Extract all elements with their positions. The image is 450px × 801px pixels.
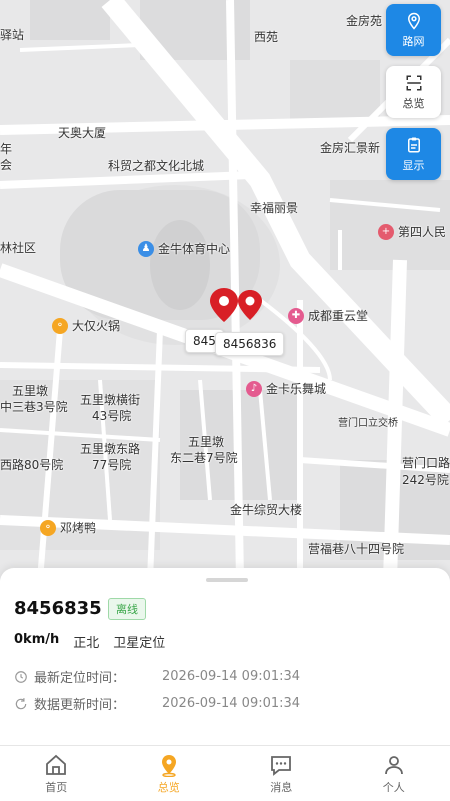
map-label: 天奥大厦 xyxy=(58,126,106,140)
map-label: 幸福丽景 xyxy=(250,201,298,215)
update-time-value: 2026-09-14 09:01:34 xyxy=(162,696,300,711)
device-stats: 0km/h 正北 卫星定位 xyxy=(14,632,165,651)
home-icon xyxy=(44,753,68,777)
bottom-tab-bar: 首页 总览 消息 个人 xyxy=(0,745,450,801)
location-icon xyxy=(157,753,181,777)
poi-hotpot[interactable]: ⚬ 大仅火锅 xyxy=(52,317,120,334)
map-label: 金房汇景新 xyxy=(320,141,380,155)
map-label: 金牛综贸大楼 xyxy=(230,503,302,517)
poi-duck[interactable]: ⚬ 邓烤鸭 xyxy=(40,519,96,536)
map-label: 77号院 xyxy=(92,458,131,472)
map-label: 242号院 xyxy=(402,473,449,487)
entertainment-icon: ♪ xyxy=(246,381,262,397)
update-time-row: 数据更新时间： 2026-09-14 09:01:34 xyxy=(14,694,300,713)
map-label: 金房苑 xyxy=(346,14,382,28)
medical-icon: ✚ xyxy=(288,308,304,324)
map-label: 五里墩 xyxy=(188,435,224,449)
refresh-icon xyxy=(14,697,28,711)
map-label: 会 xyxy=(0,158,12,172)
user-icon xyxy=(382,753,406,777)
location-time-value: 2026-09-14 09:01:34 xyxy=(162,669,300,684)
map-label: 营门口立交桥 xyxy=(338,417,398,431)
poi-hospital[interactable]: + 第四人民 xyxy=(378,223,446,240)
stadium-icon: ♟ xyxy=(138,241,154,257)
map-label: 43号院 xyxy=(92,409,131,423)
fullscreen-icon xyxy=(405,74,423,92)
tab-messages[interactable]: 消息 xyxy=(225,746,338,801)
map-label: 五里墩东路 xyxy=(80,442,140,456)
drag-handle[interactable] xyxy=(206,578,248,582)
device-tag[interactable]: 8456836 xyxy=(215,332,284,356)
map-pin-icon xyxy=(405,12,423,30)
map-label: 营门口路 xyxy=(402,456,450,470)
poi-dance-hall[interactable]: ♪ 金卡乐舞城 xyxy=(246,380,326,397)
direction-value: 正北 xyxy=(73,632,99,651)
poi-stadium[interactable]: ♟ 金牛体育中心 xyxy=(138,240,230,257)
tab-home[interactable]: 首页 xyxy=(0,746,113,801)
overview-button[interactable]: 总览 xyxy=(386,66,441,118)
map-label: 林社区 xyxy=(0,241,36,255)
positioning-mode: 卫星定位 xyxy=(113,632,165,651)
map-label: 西苑 xyxy=(254,30,278,44)
message-icon xyxy=(269,753,293,777)
map-label: 东二巷7号院 xyxy=(170,451,238,465)
status-badge: 离线 xyxy=(108,598,146,620)
poi-chengdu-tang[interactable]: ✚ 成都重云堂 xyxy=(288,307,368,324)
location-pin-icon xyxy=(238,290,262,320)
location-time-row: 最新定位时间： 2026-09-14 09:01:34 xyxy=(14,667,300,686)
device-name: 8456835 xyxy=(14,598,102,619)
map-label: 驿站 xyxy=(0,28,24,42)
speed-value: 0km/h xyxy=(14,632,59,651)
restaurant-icon: ⚬ xyxy=(40,520,56,536)
hospital-icon: + xyxy=(378,224,394,240)
restaurant-icon: ⚬ xyxy=(52,318,68,334)
map-label: 五里墩 xyxy=(12,384,48,398)
tab-profile[interactable]: 个人 xyxy=(338,746,450,801)
tab-overview[interactable]: 总览 xyxy=(113,746,226,801)
vehicle-markers[interactable] xyxy=(208,286,268,326)
map-label: 科贸之都文化北城 xyxy=(108,159,204,173)
map-label: 五里墩横街 xyxy=(80,393,140,407)
display-button[interactable]: 显示 xyxy=(386,128,441,180)
device-info-panel: 8456835 离线 0km/h 正北 卫星定位 最新定位时间： 2026-09… xyxy=(0,568,450,745)
map-view[interactable]: 驿站 西苑 金房苑 年 会 天奥大厦 科贸之都文化北城 金房汇景新 幸福丽景 林… xyxy=(0,0,450,580)
route-button[interactable]: 路网 xyxy=(386,4,441,56)
map-label: 中三巷3号院 xyxy=(0,400,68,414)
map-label: 营福巷八十四号院 xyxy=(308,542,404,556)
map-label: 年 xyxy=(0,142,12,156)
clipboard-icon xyxy=(405,136,423,154)
update-time-label: 数据更新时间： xyxy=(34,694,154,713)
location-time-label: 最新定位时间： xyxy=(34,667,154,686)
map-label: 西路80号院 xyxy=(0,458,63,472)
clock-icon xyxy=(14,670,28,684)
location-pin-icon xyxy=(210,288,238,322)
